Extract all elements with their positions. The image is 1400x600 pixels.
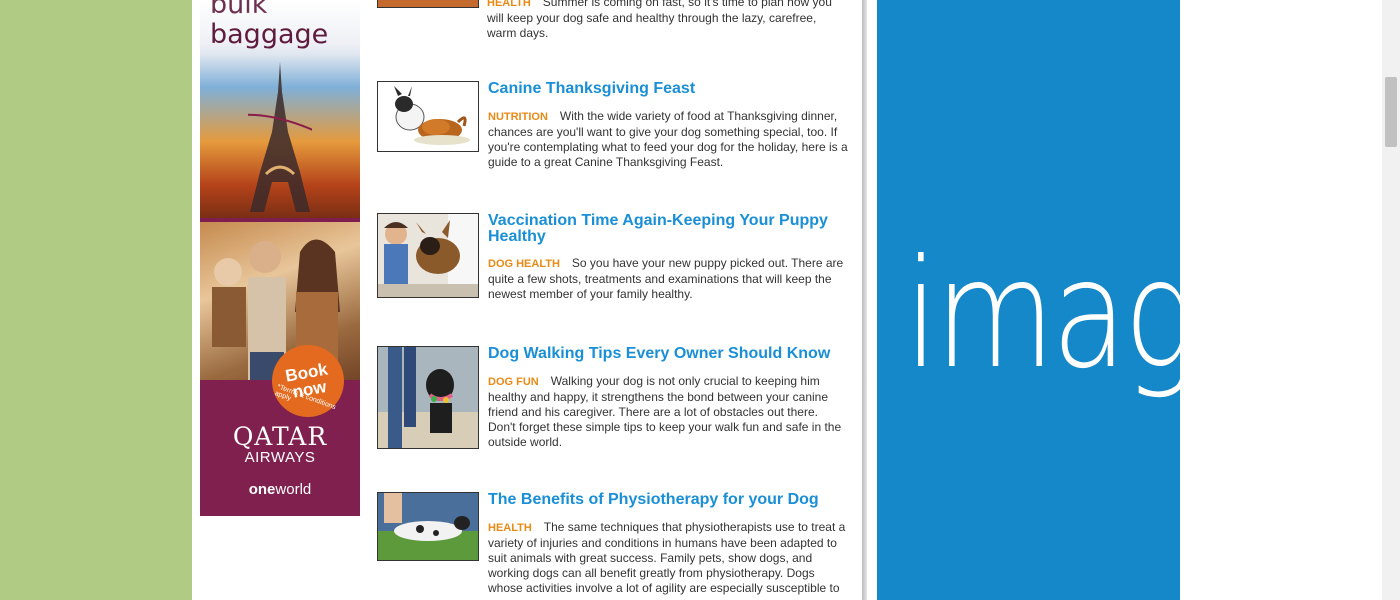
- article-thumbnail[interactable]: [377, 0, 479, 8]
- article-summary-text: The same techniques that physiotherapist…: [488, 520, 846, 595]
- article-summary-text: Walking your dog is not only crucial to …: [488, 374, 842, 449]
- article-title-link[interactable]: Dog Walking Tips Every Owner Should Know: [488, 346, 843, 362]
- article-thumbnail[interactable]: [377, 81, 479, 152]
- article-category[interactable]: DOG HEALTH: [488, 258, 560, 270]
- scrollbar-thumb[interactable]: [1385, 77, 1397, 147]
- dog-physiotherapy-icon: [378, 493, 478, 560]
- article-summary: DOG HEALTH So you have your new puppy pic…: [488, 256, 848, 302]
- article-category[interactable]: HEALTH: [487, 0, 531, 9]
- article-item: Dog Walking Tips Every Owner Should Know…: [377, 346, 849, 456]
- article-title-link[interactable]: Vaccination Time Again-Keeping Your Pupp…: [488, 213, 843, 245]
- ad-alliance-logo: oneworld: [200, 481, 360, 498]
- article-item: Canine Thanksgiving Feast NUTRITION With …: [377, 81, 849, 176]
- article-thumbnail[interactable]: [377, 346, 479, 449]
- alliance-rest: world: [275, 481, 312, 498]
- eiffel-tower-icon: [248, 62, 312, 212]
- ad-headline-line1: bulk: [210, 0, 268, 20]
- ad-headline: bulk baggage: [210, 0, 328, 50]
- article-summary-rest: will keep your dog safe and healthy thro…: [487, 11, 817, 40]
- article-title-link[interactable]: Canine Thanksgiving Feast: [488, 81, 843, 97]
- article-thumbnail[interactable]: [377, 492, 479, 561]
- article-summary: HEALTH Summer is coming on fast, so it's …: [487, 0, 847, 41]
- article-title-link[interactable]: The Benefits of Physiotherapy for your D…: [488, 492, 843, 508]
- page-scrollbar[interactable]: [1382, 0, 1400, 600]
- ad-brand-sub: AIRWAYS: [244, 449, 316, 466]
- article-summary-line1: Summer is coming on fast, so it's time t…: [542, 0, 832, 9]
- puppy-at-vet-icon: [378, 214, 478, 297]
- article-category[interactable]: DOG FUN: [488, 376, 539, 388]
- article-summary: HEALTH The same techniques that physiothe…: [488, 520, 848, 596]
- column-divider: [862, 0, 867, 600]
- article-item: Vaccination Time Again-Keeping Your Pupp…: [377, 213, 849, 313]
- article-item: HEALTH Summer is coming on fast, so it's …: [377, 0, 849, 40]
- ad-paris-image: bulk baggage: [200, 0, 360, 218]
- ad-headline-line2: baggage: [210, 19, 329, 50]
- article-summary: DOG FUN Walking your dog is not only cruc…: [488, 374, 848, 450]
- placeholder-text: image: [904, 228, 1270, 402]
- article-thumbnail[interactable]: [377, 213, 479, 298]
- alliance-bold: one: [248, 481, 276, 498]
- dog-with-turkey-icon: [394, 86, 470, 145]
- qatar-airways-ad[interactable]: bulk baggage Book now *Terms & condition…: [200, 0, 360, 516]
- article-item: The Benefits of Physiotherapy for your D…: [377, 492, 849, 600]
- article-category[interactable]: HEALTH: [488, 522, 532, 534]
- article-summary: NUTRITION With the wide variety of food a…: [488, 109, 848, 170]
- ad-brand-name: QATAR: [232, 422, 328, 451]
- article-category[interactable]: NUTRITION: [488, 111, 548, 123]
- placeholder-image[interactable]: image: [877, 0, 1270, 600]
- dog-on-walk-icon: [378, 347, 478, 448]
